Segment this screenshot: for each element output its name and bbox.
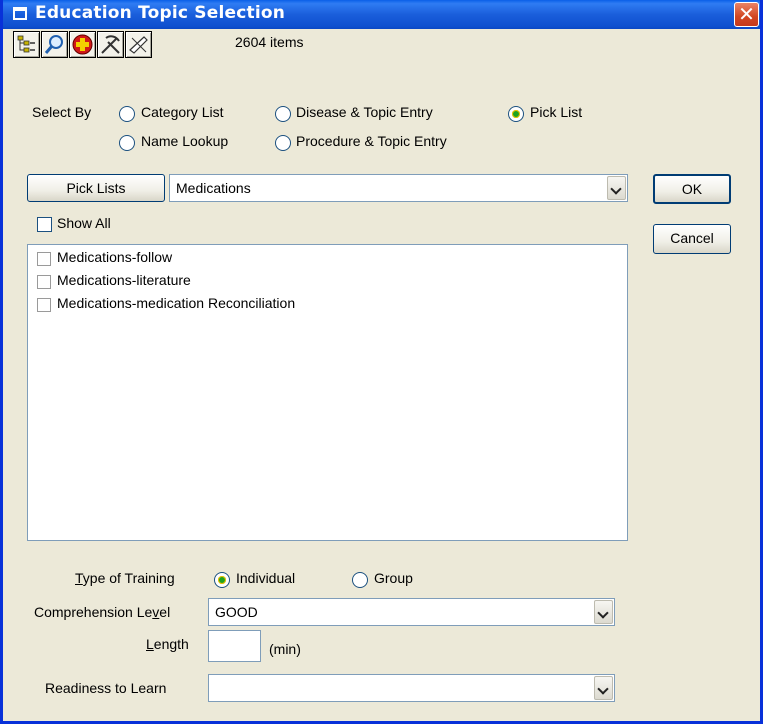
close-button[interactable]: ✕ bbox=[734, 2, 759, 27]
radio-procedure-topic-entry[interactable] bbox=[275, 135, 291, 151]
radio-group-label: Group bbox=[374, 570, 413, 586]
tools-pick-icon[interactable] bbox=[97, 31, 124, 58]
radio-name-lookup-label: Name Lookup bbox=[141, 133, 229, 149]
radio-pick-list[interactable] bbox=[508, 106, 524, 122]
window-title: Education Topic Selection bbox=[35, 3, 286, 23]
radio-disease-topic-entry[interactable] bbox=[275, 106, 291, 122]
readiness-to-learn-select[interactable] bbox=[208, 674, 615, 702]
pick-list-select[interactable]: Medications bbox=[169, 174, 628, 202]
title-bar: Education Topic Selection ✕ bbox=[3, 0, 760, 29]
magnifier-search-icon[interactable] bbox=[41, 31, 68, 58]
chevron-down-icon[interactable] bbox=[594, 676, 613, 700]
dialog-window: Education Topic Selection ✕ 2604 items S… bbox=[0, 0, 763, 724]
radio-group[interactable] bbox=[352, 572, 368, 588]
radio-pick-list-label: Pick List bbox=[530, 104, 583, 120]
medical-cross-icon[interactable] bbox=[69, 31, 96, 58]
length-label: Length bbox=[146, 636, 189, 652]
chevron-down-icon[interactable] bbox=[594, 600, 613, 624]
edit-pencil-icon[interactable] bbox=[125, 31, 152, 58]
comprehension-level-label: Comprehension Level bbox=[34, 604, 171, 620]
radio-procedure-topic-entry-label: Procedure & Topic Entry bbox=[296, 133, 447, 149]
comprehension-level-value: GOOD bbox=[215, 604, 258, 620]
radio-individual-label: Individual bbox=[236, 570, 296, 586]
topic-listbox[interactable]: Medications-follow Medications-literatur… bbox=[27, 244, 628, 541]
radio-category-list[interactable] bbox=[119, 106, 135, 122]
ok-button[interactable]: OK bbox=[653, 174, 731, 204]
readiness-to-learn-label: Readiness to Learn bbox=[45, 680, 167, 696]
items-count: 2604 items bbox=[235, 34, 304, 50]
show-all-checkbox[interactable] bbox=[37, 217, 52, 232]
list-item-label: Medications-literature bbox=[57, 272, 191, 288]
chevron-down-icon[interactable] bbox=[607, 176, 626, 200]
type-of-training-label: Type of Training bbox=[75, 570, 175, 586]
pick-list-value: Medications bbox=[176, 180, 251, 196]
radio-disease-topic-entry-label: Disease & Topic Entry bbox=[296, 104, 433, 120]
list-item-checkbox[interactable] bbox=[37, 275, 51, 289]
list-item-checkbox[interactable] bbox=[37, 298, 51, 312]
length-unit: (min) bbox=[269, 641, 301, 657]
cancel-button[interactable]: Cancel bbox=[653, 224, 731, 254]
pick-lists-button[interactable]: Pick Lists bbox=[27, 174, 165, 202]
comprehension-level-select[interactable]: GOOD bbox=[208, 598, 615, 626]
radio-name-lookup[interactable] bbox=[119, 135, 135, 151]
radio-individual[interactable] bbox=[214, 572, 230, 588]
radio-category-list-label: Category List bbox=[141, 104, 224, 120]
show-all-label: Show All bbox=[57, 215, 111, 231]
list-item-checkbox[interactable] bbox=[37, 252, 51, 266]
list-item-label: Medications-follow bbox=[57, 249, 173, 265]
length-input[interactable] bbox=[208, 630, 261, 662]
select-by-label: Select By bbox=[32, 104, 92, 120]
tree-outline-icon[interactable] bbox=[13, 31, 40, 58]
window-list-icon bbox=[13, 7, 27, 20]
list-item-label: Medications-medication Reconciliation bbox=[57, 295, 296, 311]
